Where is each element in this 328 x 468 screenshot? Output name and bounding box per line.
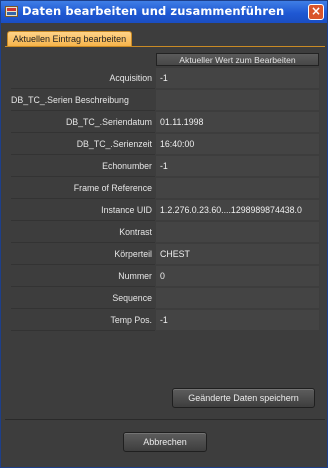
row-label: Nummer	[11, 265, 155, 287]
row-value-cell[interactable]	[156, 288, 319, 308]
row-label: Temp Pos.	[11, 309, 155, 331]
row-value-cell[interactable]	[156, 90, 319, 110]
tab-strip: Aktuellen Eintrag bearbeiten	[5, 29, 325, 47]
dialog-window: Daten bearbeiten und zusammenführen × Ak…	[0, 0, 328, 468]
table-header-row: Aktueller Wert zum Bearbeiten	[11, 53, 319, 67]
cancel-button[interactable]: Abbrechen	[123, 432, 207, 452]
header-corner	[11, 53, 155, 67]
row-value-cell[interactable]: 16:40:00	[156, 134, 319, 154]
table-row: Frame of Reference	[11, 177, 319, 199]
table-row: Temp Pos. -1	[11, 309, 319, 331]
row-label: DB_TC_.Serien Beschreibung	[11, 89, 155, 111]
table-row: DB_TC_.Serien Beschreibung	[11, 89, 319, 111]
row-value-cell[interactable]: 01.11.1998	[156, 112, 319, 132]
table-row: Echonumber -1	[11, 155, 319, 177]
table-row: DB_TC_.Serienzeit 16:40:00	[11, 133, 319, 155]
row-value-cell[interactable]: -1	[156, 68, 319, 88]
tab-edit-current-entry[interactable]: Aktuellen Eintrag bearbeiten	[7, 31, 133, 46]
table-row: DB_TC_.Seriendatum 01.11.1998	[11, 111, 319, 133]
row-value-cell[interactable]: -1	[156, 310, 319, 330]
table-row: Kontrast	[11, 221, 319, 243]
save-changes-button[interactable]: Geänderte Daten speichern	[172, 388, 315, 408]
row-value-cell[interactable]	[156, 222, 319, 242]
row-label: Frame of Reference	[11, 177, 155, 199]
title-bar[interactable]: Daten bearbeiten und zusammenführen ×	[1, 1, 327, 23]
table-row: Nummer 0	[11, 265, 319, 287]
close-button[interactable]: ×	[308, 4, 324, 20]
row-label: Instance UID	[11, 199, 155, 221]
row-label: Körperteil	[11, 243, 155, 265]
window-title: Daten bearbeiten und zusammenführen	[22, 4, 285, 18]
row-value-cell[interactable]	[156, 178, 319, 198]
row-value-cell[interactable]: 0	[156, 266, 319, 286]
row-value-cell[interactable]: 1.2.276.0.23.60....1298989874438.0	[156, 200, 319, 220]
row-value-cell[interactable]: -1	[156, 156, 319, 176]
row-label: DB_TC_.Serienzeit	[11, 133, 155, 155]
row-label: Echonumber	[11, 155, 155, 177]
divider	[5, 419, 325, 420]
column-header-current-value[interactable]: Aktueller Wert zum Bearbeiten	[156, 53, 319, 66]
table-row: Instance UID 1.2.276.0.23.60....12989898…	[11, 199, 319, 221]
row-label: Acquisition	[11, 67, 155, 89]
row-label: Sequence	[11, 287, 155, 309]
table-row: Sequence	[11, 287, 319, 309]
table-row: Körperteil CHEST	[11, 243, 319, 265]
table-row: Acquisition -1	[11, 67, 319, 89]
app-icon	[5, 6, 18, 17]
row-label: DB_TC_.Seriendatum	[11, 111, 155, 133]
row-label: Kontrast	[11, 221, 155, 243]
row-value-cell[interactable]: CHEST	[156, 244, 319, 264]
